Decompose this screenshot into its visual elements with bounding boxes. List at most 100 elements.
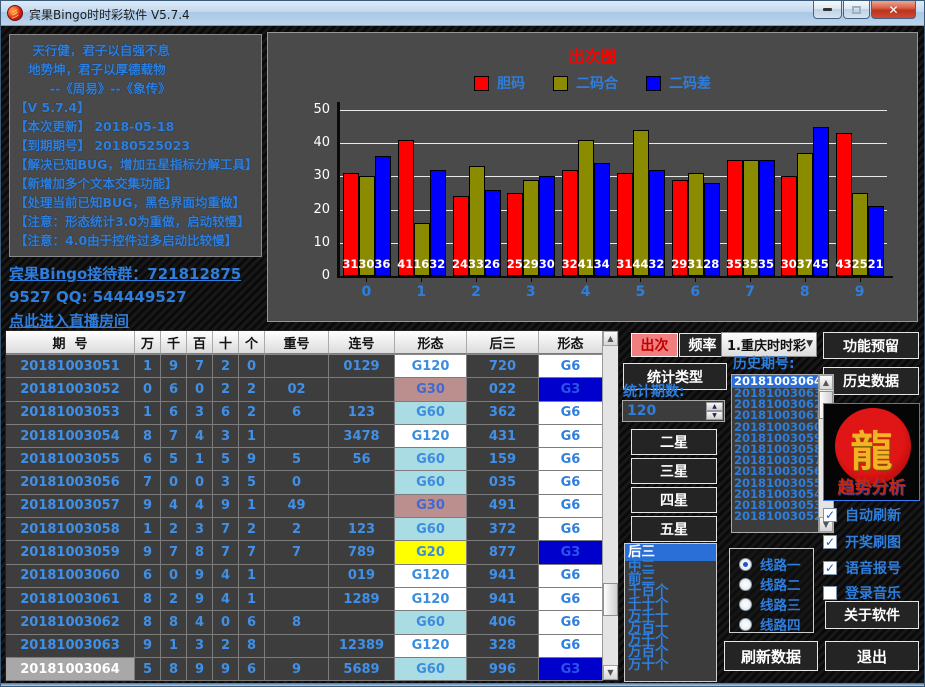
x-tickmark [586,278,587,282]
table-row[interactable]: 20181003058123722123G60372G6 [6,518,603,541]
table-header-cell: 形态 [395,331,467,354]
last3-form-cell: G3 [539,541,603,564]
digit-cell: 6 [239,658,265,681]
digit-cell: 6 [161,378,187,401]
checkbox-3[interactable]: ✓语音报号 [823,558,901,578]
digit-cell: 1 [239,565,265,588]
app-logo-icon [7,5,23,21]
table-row[interactable]: 20181003061829411289G120941G6 [6,588,603,611]
live-room-link[interactable]: 点此进入直播房间 [9,310,129,331]
four-star-button[interactable]: 四星 [631,487,717,513]
qq-group-link[interactable]: 宾果Bingo接待群：721812875 [9,263,241,284]
three-star-button[interactable]: 三星 [631,458,717,484]
table-row[interactable]: 20181003054874313478G120431G6 [6,425,603,448]
digit-cell: 3 [213,425,239,448]
announcement-line: 【到期期号】 20180525023 [15,136,257,155]
digit-cell: 1 [135,355,161,378]
about-button[interactable]: 关于软件 [825,601,919,629]
table-row[interactable]: 20181003053163626123G60362G6 [6,402,603,425]
table-row[interactable]: 20181003056700350G60035G6 [6,471,603,494]
table-row[interactable]: 201810030639132812389G120328G6 [6,635,603,658]
consecutive-cell [329,471,395,494]
table-row[interactable]: 2018100306060941019G120941G6 [6,565,603,588]
table-scroll-thumb[interactable] [603,583,618,616]
x-tickmark [531,278,532,282]
spinner-up-icon[interactable]: ▲ [706,402,723,411]
repeat-cell: 8 [265,611,329,634]
titlebar[interactable]: 宾果Bingo时时彩软件 V5.7.4 ✕ [1,1,924,26]
table-row[interactable]: 20181003051197200129G120720G6 [6,355,603,378]
digit-cell: 1 [187,448,213,471]
minimize-button[interactable] [813,1,842,19]
digit-cell: 9 [239,448,265,471]
close-button[interactable]: ✕ [871,1,916,19]
line-radio-4[interactable]: 线路四 [739,614,801,634]
last3-cell: 035 [467,471,539,494]
spinner-down-icon[interactable]: ▼ [706,411,723,420]
two-star-button[interactable]: 二星 [631,429,717,455]
chart-bar [836,133,852,276]
x-axis-tick: 5 [613,284,668,300]
table-row[interactable]: 201810030520602202G30022G3 [6,378,603,401]
table-row[interactable]: 201810030579449149G30491G6 [6,495,603,518]
x-tickmark [366,278,367,282]
digit-cell: 5 [239,471,265,494]
app-window: 宾果Bingo时时彩软件 V5.7.4 ✕ 天行健，君子以自强不息 地势坤，君子… [0,0,925,687]
stat-periods-stepper[interactable]: 120 ▲ ▼ [622,400,725,422]
five-star-button[interactable]: 五星 [631,516,717,542]
checkbox-1[interactable]: ✓自动刷新 [823,505,901,525]
position-list-item[interactable]: 万十个 [625,659,716,671]
x-tickmark [421,278,422,282]
digit-cell: 8 [161,658,187,681]
history-listbox[interactable]: 2018100306420181003063201810030622018100… [731,374,834,533]
chuci-tab-button[interactable]: 出次 [631,333,678,357]
line-radio-2[interactable]: 线路二 [739,574,801,594]
digit-cell: 6 [239,611,265,634]
checkbox-label: 自动刷新 [845,505,901,525]
position-listbox[interactable]: 后三中三前三千百个千十个万千十万百十万千个万百个万十个 [624,543,717,682]
digit-cell: 9 [135,635,161,658]
maximize-button[interactable] [843,1,870,19]
legend-item: 二码差 [646,73,711,93]
line-radio-1[interactable]: 线路一 [739,554,801,574]
legend-swatch-icon [553,76,568,91]
table-scrollbar[interactable]: ▲ ▼ [602,331,618,680]
digit-cell: 4 [187,425,213,448]
announcement-panel: 天行健，君子以自强不息 地势坤，君子以厚德载物 --《周易》--《象传》【V 5… [9,34,262,257]
announcement-line: 【解决已知BUG，增加五星指标分解工具】 [15,155,257,174]
scroll-up-icon[interactable]: ▲ [819,375,833,390]
last3-form-cell: G6 [539,425,603,448]
exit-button[interactable]: 退出 [825,641,919,671]
function-reserved-button[interactable]: 功能预留 [823,332,919,359]
last3-form-cell: G6 [539,448,603,471]
repeat-cell: 9 [265,658,329,681]
pinlv-tab-button[interactable]: 频率 [679,333,726,357]
digit-cell: 5 [135,658,161,681]
repeat-cell [265,635,329,658]
form-cell: G120 [395,355,467,378]
last3-cell: 491 [467,495,539,518]
table-row[interactable]: 201810030645899695689G60996G3 [6,658,603,681]
line-radio-3[interactable]: 线路三 [739,594,801,614]
dragon-glyph-icon: 龍 [824,418,919,479]
last3-form-cell: G6 [539,635,603,658]
legend-item: 二码合 [553,73,618,93]
checkbox-icon [823,586,837,600]
table-row[interactable]: 20181003062884068G60406G6 [6,611,603,634]
table-row[interactable]: 20181003059978777789G20877G3 [6,541,603,564]
table-header-cell: 后三 [467,331,539,354]
checkbox-2[interactable]: ✓开奖刷图 [823,532,901,552]
bar-value-label: 353535 [720,257,781,271]
digit-cell: 4 [213,588,239,611]
scroll-down-icon[interactable]: ▼ [603,665,618,680]
digit-cell: 9 [213,658,239,681]
legend-swatch-icon [474,76,489,91]
history-data-button[interactable]: 历史数据 [823,367,919,395]
scroll-up-icon[interactable]: ▲ [603,331,618,346]
legend-swatch-icon [646,76,661,91]
table-row[interactable]: 2018100305565159556G60159G6 [6,448,603,471]
announcement-line: 【V 5.7.4】 [15,98,257,117]
checkbox-4[interactable]: 登录音乐 [823,583,901,603]
refresh-data-button[interactable]: 刷新数据 [724,641,818,671]
radio-icon [739,618,752,631]
